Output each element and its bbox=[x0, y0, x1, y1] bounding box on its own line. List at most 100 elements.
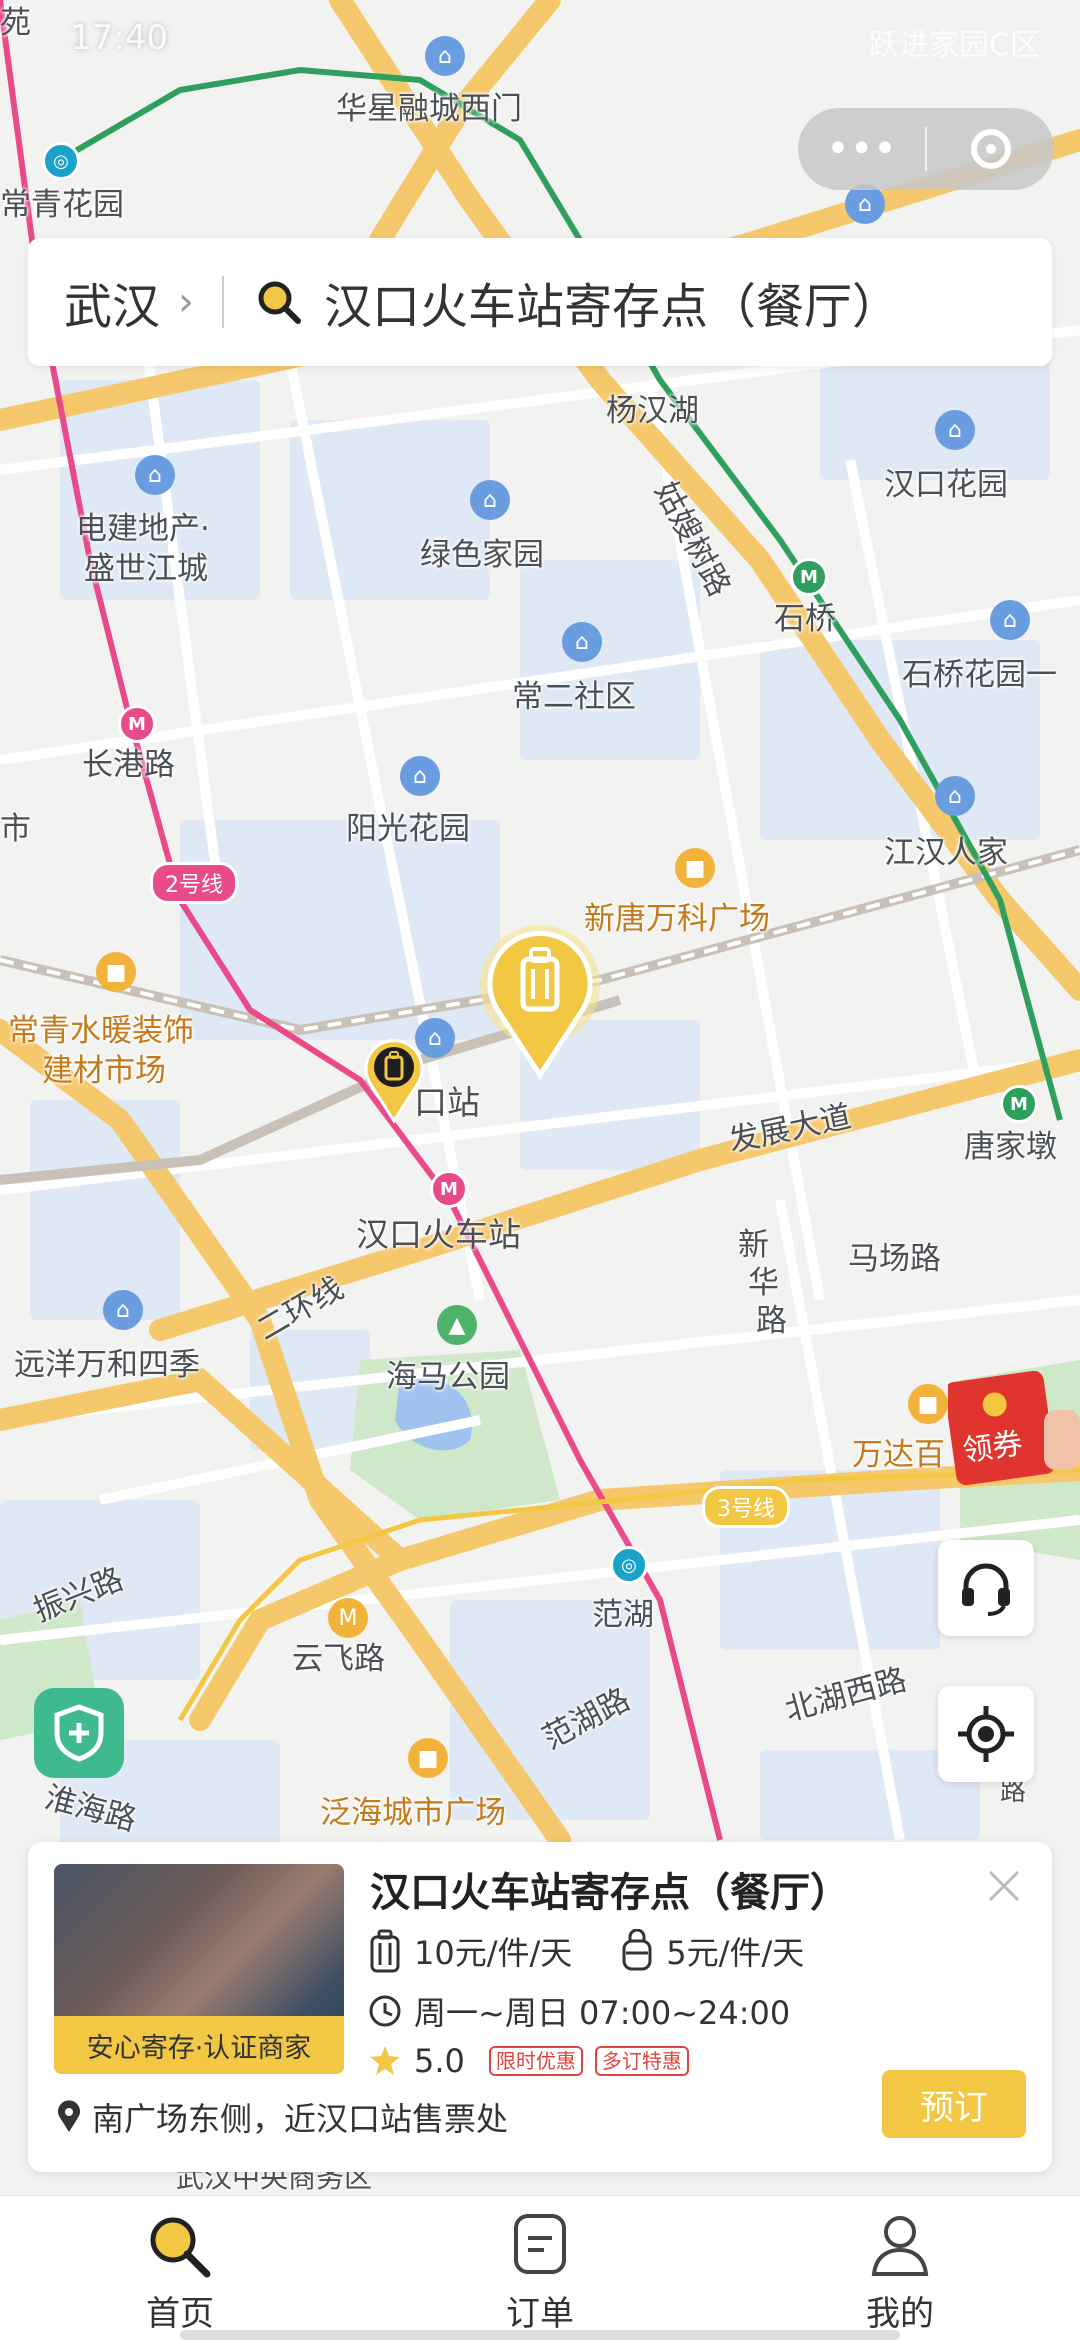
rating-row: 5.0 限时优惠 多订特惠 bbox=[368, 2042, 689, 2080]
search-bar[interactable]: 武汉 › 汉口火车站寄存点（餐厅） bbox=[28, 238, 1052, 366]
map-label: 盛世江城 bbox=[84, 551, 208, 587]
storage-location-pin-selected[interactable] bbox=[475, 925, 605, 1089]
map-label: 阳光花园 bbox=[346, 811, 470, 847]
interchange-station-icon: ◎ bbox=[610, 1546, 648, 1584]
map-label: 云飞路 bbox=[292, 1641, 385, 1677]
map-label: 新 bbox=[738, 1227, 769, 1263]
search-icon bbox=[254, 277, 304, 327]
tab-orders[interactable]: 订单 bbox=[360, 2196, 720, 2340]
tab-label: 我的 bbox=[866, 2294, 934, 2334]
shopping-poi-icon: ■ bbox=[675, 848, 715, 888]
address-text: 南广场东侧，近汉口站售票处 bbox=[92, 2100, 509, 2138]
map-label: 汉口花园 bbox=[884, 467, 1008, 503]
map-label: 万达百 bbox=[852, 1437, 945, 1473]
locate-icon bbox=[958, 1706, 1014, 1762]
storage-location-pin[interactable] bbox=[362, 1035, 426, 1129]
promo-tag: 多订特惠 bbox=[594, 2046, 689, 2076]
map-label: 市 bbox=[0, 811, 31, 847]
map-label: 海马公园 bbox=[386, 1359, 510, 1395]
map-label: 路 bbox=[756, 1303, 787, 1339]
metro-station-icon: M bbox=[118, 705, 156, 743]
bottom-tab-bar: 首页 订单 我的 bbox=[0, 2195, 1080, 2340]
map-label: 汉口火车站 bbox=[356, 1215, 521, 1254]
map-label: 石桥花园一 bbox=[902, 657, 1057, 693]
search-divider bbox=[222, 276, 225, 328]
promo-tag: 限时优惠 bbox=[488, 2046, 583, 2076]
headset-icon bbox=[962, 1563, 1010, 1616]
map-label: 范湖 bbox=[592, 1597, 654, 1633]
address-row: 南广场东侧，近汉口站售票处 bbox=[56, 2094, 508, 2140]
screen: ⌂ ⌂ ⌂ ⌂ ⌂ ⌂ ⌂ ⌂ ⌂ ⌂ ⌂ ■ ■ ■ ■ M ▲ M M M … bbox=[0, 0, 1080, 2340]
book-button[interactable]: 预订 bbox=[882, 2070, 1026, 2138]
order-icon bbox=[514, 2214, 566, 2274]
status-time: 17:40 bbox=[70, 18, 168, 58]
price-row: 10元/件/天 5元/件/天 bbox=[368, 1928, 804, 1974]
search-input[interactable]: 汉口火车站寄存点（餐厅） bbox=[324, 267, 900, 337]
coupon-red-packet[interactable]: 领券 bbox=[944, 1370, 1080, 1490]
storage-point-card[interactable]: 安心寄存·认证商家 汉口火车站寄存点（餐厅） 10元/件/天 5元/件/天 周一… bbox=[28, 1842, 1052, 2172]
residential-poi-icon: ⌂ bbox=[845, 184, 885, 224]
tab-profile[interactable]: 我的 bbox=[720, 2196, 1080, 2340]
interchange-station-icon: ◎ bbox=[42, 142, 80, 180]
small-bag-icon bbox=[622, 1929, 652, 1971]
metro-station-icon: M bbox=[790, 558, 828, 596]
residential-poi-icon: ⌂ bbox=[135, 455, 175, 495]
star-icon bbox=[370, 2046, 400, 2075]
shopping-poi-icon: ■ bbox=[908, 1384, 948, 1424]
residential-poi-icon: ⌂ bbox=[470, 480, 510, 520]
hours-row: 周一~周日 07:00~24:00 bbox=[368, 1988, 790, 2034]
target-ring-icon bbox=[970, 129, 1011, 169]
bus-stop-icon: M bbox=[328, 1598, 368, 1638]
map-label: 石桥 bbox=[774, 601, 836, 637]
tab-home[interactable]: 首页 bbox=[0, 2196, 360, 2340]
insurance-shield-button[interactable] bbox=[34, 1688, 124, 1778]
map-label: 华星融城西门 bbox=[336, 91, 522, 127]
close-icon bbox=[988, 1870, 1020, 1902]
large-luggage-price: 10元/件/天 bbox=[414, 1934, 573, 1972]
storefront-photo: 安心寄存·认证商家 bbox=[54, 1864, 344, 2074]
map-label: 常青水暖装饰 bbox=[8, 1013, 194, 1049]
map-label: 绿色家园 bbox=[420, 537, 544, 573]
map-label: 杨汉湖 bbox=[606, 393, 699, 429]
map-label: 华 bbox=[748, 1265, 779, 1301]
map-label: 远洋万和四季 bbox=[14, 1347, 200, 1383]
map-label: 唐家墩 bbox=[964, 1129, 1057, 1165]
map-label: 常二社区 bbox=[512, 679, 636, 715]
map-label: 建材市场 bbox=[42, 1053, 166, 1089]
map-label: 泛海城市广场 bbox=[320, 1795, 506, 1831]
residential-poi-icon: ⌂ bbox=[935, 410, 975, 450]
status-right-text: 跃进家园C区 bbox=[869, 28, 1040, 63]
map-label: 电建地产· bbox=[76, 511, 210, 547]
tab-label: 首页 bbox=[146, 2294, 214, 2334]
close-card-button[interactable] bbox=[974, 1856, 1034, 1916]
residential-poi-icon: ⌂ bbox=[935, 776, 975, 816]
certified-badge: 安心寄存·认证商家 bbox=[54, 2016, 344, 2074]
shopping-poi-icon: ■ bbox=[96, 952, 136, 992]
map-label: 江汉人家 bbox=[884, 835, 1008, 871]
customer-service-button[interactable] bbox=[938, 1540, 1034, 1636]
home-indicator bbox=[180, 2330, 900, 2340]
locate-me-button[interactable] bbox=[938, 1686, 1034, 1782]
city-selector[interactable]: 武汉 bbox=[64, 267, 160, 337]
map-label: 马场路 bbox=[848, 1241, 941, 1277]
close-miniprogram-button[interactable] bbox=[927, 129, 1054, 169]
metro-station-icon: M bbox=[1000, 1085, 1038, 1123]
clock-icon bbox=[369, 1995, 401, 2027]
shopping-poi-icon: ■ bbox=[408, 1738, 448, 1778]
map-label: 新唐万科广场 bbox=[584, 901, 770, 937]
card-title: 汉口火车站寄存点（餐厅） bbox=[370, 1870, 850, 1916]
map-label: 常青花园 bbox=[0, 187, 124, 223]
search-icon bbox=[150, 2217, 211, 2278]
user-icon bbox=[871, 2216, 929, 2276]
metro-line-3-badge: 3号线 bbox=[702, 1486, 790, 1528]
miniprogram-capsule: ••• bbox=[798, 108, 1054, 190]
business-hours: 周一~周日 07:00~24:00 bbox=[414, 1994, 791, 2032]
large-luggage-icon bbox=[370, 1929, 400, 1973]
shield-plus-icon bbox=[54, 1704, 104, 1762]
location-pin-icon bbox=[58, 2100, 80, 2132]
residential-poi-icon: ⌂ bbox=[990, 600, 1030, 640]
chevron-right-icon: › bbox=[178, 279, 195, 325]
more-dots-icon[interactable]: ••• bbox=[798, 126, 925, 172]
status-bar: 17:40 跃进家园C区 bbox=[0, 0, 1080, 90]
map-label: 长港路 bbox=[82, 747, 175, 783]
